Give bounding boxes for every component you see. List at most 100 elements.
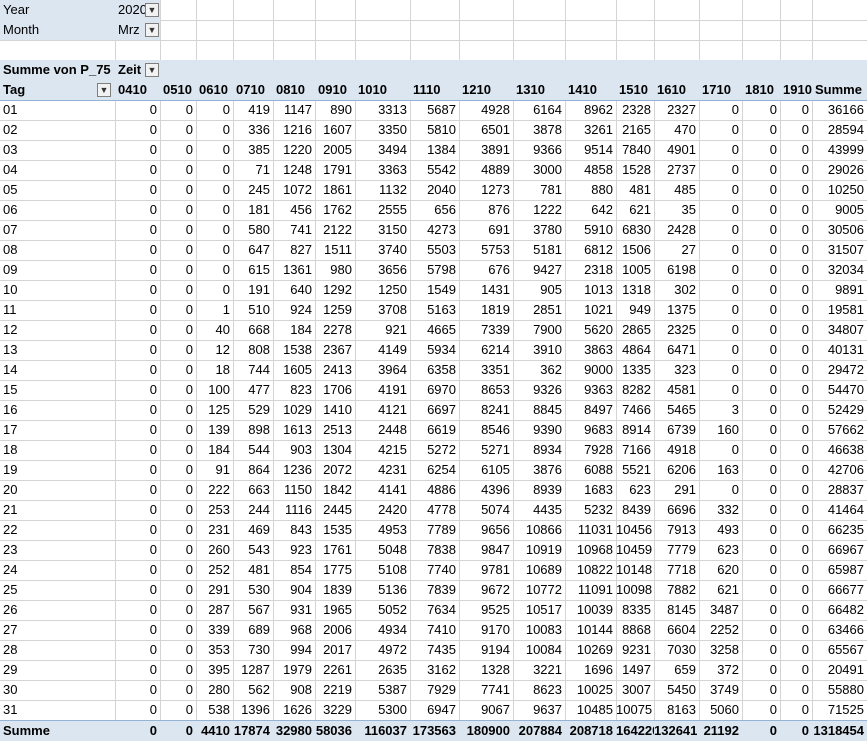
data-cell[interactable]: 0: [115, 500, 160, 520]
data-cell[interactable]: 0: [699, 440, 742, 460]
row-label-tag[interactable]: 20: [0, 480, 115, 500]
column-header-0710[interactable]: 0710: [233, 80, 273, 100]
data-cell[interactable]: 0: [780, 620, 812, 640]
data-cell[interactable]: 544: [233, 440, 273, 460]
data-cell[interactable]: 2017: [315, 640, 355, 660]
data-cell[interactable]: 923: [273, 540, 315, 560]
data-cell[interactable]: 2005: [315, 140, 355, 160]
data-cell[interactable]: 0: [780, 240, 812, 260]
data-cell[interactable]: 0: [780, 220, 812, 240]
data-cell[interactable]: 10269: [565, 640, 616, 660]
column-header-0510[interactable]: 0510: [160, 80, 196, 100]
data-cell[interactable]: 0: [780, 320, 812, 340]
data-cell[interactable]: 2448: [355, 420, 410, 440]
data-cell[interactable]: 3363: [355, 160, 410, 180]
data-cell[interactable]: 854: [273, 560, 315, 580]
data-cell[interactable]: 3: [699, 400, 742, 420]
grand-total-cell[interactable]: 58036: [315, 721, 355, 741]
data-cell[interactable]: 291: [654, 480, 699, 500]
column-header-1910[interactable]: 1910: [780, 80, 812, 100]
data-cell[interactable]: 0: [160, 180, 196, 200]
column-header-1310[interactable]: 1310: [513, 80, 565, 100]
column-header-1610[interactable]: 1610: [654, 80, 699, 100]
data-cell[interactable]: 2851: [513, 300, 565, 320]
data-cell[interactable]: 5810: [410, 120, 459, 140]
data-cell[interactable]: 1761: [315, 540, 355, 560]
data-cell[interactable]: 744: [233, 360, 273, 380]
data-cell[interactable]: 385: [233, 140, 273, 160]
data-cell[interactable]: 7410: [410, 620, 459, 640]
data-cell[interactable]: 222: [196, 480, 233, 500]
data-cell[interactable]: 163: [699, 460, 742, 480]
data-cell[interactable]: 3494: [355, 140, 410, 160]
data-cell[interactable]: 0: [115, 680, 160, 700]
data-cell[interactable]: 6198: [654, 260, 699, 280]
data-cell[interactable]: 30506: [812, 220, 867, 240]
data-cell[interactable]: 0: [160, 500, 196, 520]
data-cell[interactable]: 0: [699, 340, 742, 360]
data-cell[interactable]: 29026: [812, 160, 867, 180]
data-cell[interactable]: 2555: [355, 200, 410, 220]
data-cell[interactable]: 3878: [513, 120, 565, 140]
data-cell[interactable]: 71: [233, 160, 273, 180]
data-cell[interactable]: 1683: [565, 480, 616, 500]
data-cell[interactable]: 3313: [355, 100, 410, 120]
data-cell[interactable]: 968: [273, 620, 315, 640]
data-cell[interactable]: 0: [780, 420, 812, 440]
data-cell[interactable]: 529: [233, 400, 273, 420]
data-cell[interactable]: 302: [654, 280, 699, 300]
grand-total-cell[interactable]: 32980: [273, 721, 315, 741]
data-cell[interactable]: 1132: [355, 180, 410, 200]
data-cell[interactable]: 0: [160, 140, 196, 160]
data-cell[interactable]: 6697: [410, 400, 459, 420]
data-cell[interactable]: 656: [410, 200, 459, 220]
data-cell[interactable]: 3487: [699, 600, 742, 620]
data-cell[interactable]: 5271: [459, 440, 513, 460]
data-cell[interactable]: 0: [780, 660, 812, 680]
data-cell[interactable]: 9683: [565, 420, 616, 440]
data-cell[interactable]: 5465: [654, 400, 699, 420]
data-cell[interactable]: 1696: [565, 660, 616, 680]
data-cell[interactable]: 0: [699, 480, 742, 500]
row-label-tag[interactable]: 16: [0, 400, 115, 420]
data-cell[interactable]: 0: [780, 680, 812, 700]
grand-total-label[interactable]: Summe: [0, 721, 115, 741]
data-cell[interactable]: 353: [196, 640, 233, 660]
data-cell[interactable]: 1250: [355, 280, 410, 300]
data-cell[interactable]: 0: [115, 400, 160, 420]
data-cell[interactable]: 0: [742, 640, 780, 660]
data-cell[interactable]: 9637: [513, 700, 565, 720]
data-cell[interactable]: 395: [196, 660, 233, 680]
data-cell[interactable]: 0: [742, 660, 780, 680]
data-cell[interactable]: 1706: [315, 380, 355, 400]
data-cell[interactable]: 91: [196, 460, 233, 480]
data-cell[interactable]: 0: [160, 620, 196, 640]
data-cell[interactable]: 57662: [812, 420, 867, 440]
data-cell[interactable]: 1304: [315, 440, 355, 460]
data-cell[interactable]: 0: [780, 120, 812, 140]
data-cell[interactable]: 1839: [315, 580, 355, 600]
data-cell[interactable]: 0: [196, 120, 233, 140]
data-cell[interactable]: 9170: [459, 620, 513, 640]
data-cell[interactable]: 9514: [565, 140, 616, 160]
value-field-label[interactable]: Summe von P_75: [0, 60, 115, 80]
data-cell[interactable]: 0: [115, 280, 160, 300]
data-cell[interactable]: 7634: [410, 600, 459, 620]
data-cell[interactable]: 994: [273, 640, 315, 660]
row-label-tag[interactable]: 15: [0, 380, 115, 400]
data-cell[interactable]: 0: [742, 120, 780, 140]
grand-total-cell[interactable]: 116037: [355, 721, 410, 741]
data-cell[interactable]: 125: [196, 400, 233, 420]
data-cell[interactable]: 615: [233, 260, 273, 280]
column-header-1810[interactable]: 1810: [742, 80, 780, 100]
data-cell[interactable]: 0: [780, 440, 812, 460]
data-cell[interactable]: 5272: [410, 440, 459, 460]
data-cell[interactable]: 4149: [355, 340, 410, 360]
row-label-tag[interactable]: 21: [0, 500, 115, 520]
data-cell[interactable]: 9194: [459, 640, 513, 660]
data-cell[interactable]: 244: [233, 500, 273, 520]
data-cell[interactable]: 2635: [355, 660, 410, 680]
data-cell[interactable]: 0: [160, 520, 196, 540]
data-cell[interactable]: 5503: [410, 240, 459, 260]
data-cell[interactable]: 245: [233, 180, 273, 200]
